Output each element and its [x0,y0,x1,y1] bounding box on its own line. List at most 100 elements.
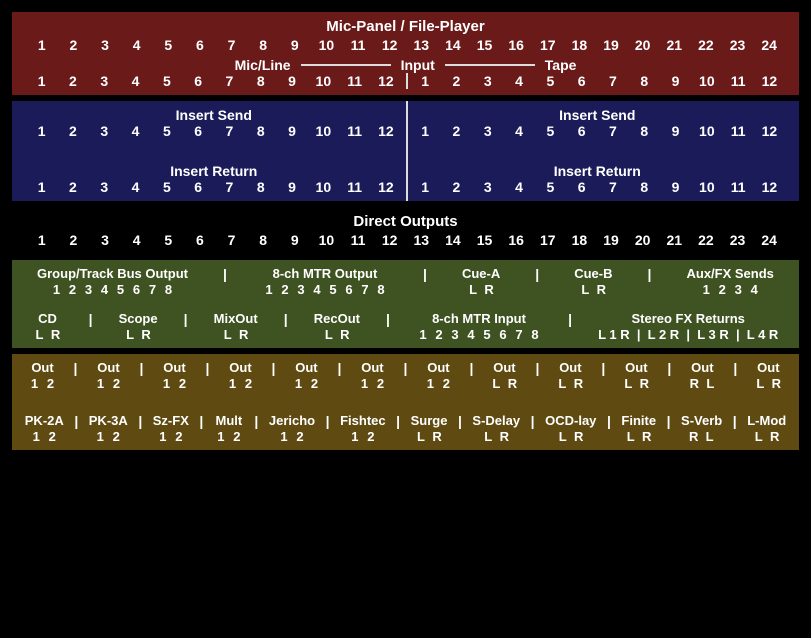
channel-num: 7 [214,73,245,89]
group-values: LR [489,376,519,391]
channel-num: 6 [184,37,216,53]
separator: | [402,360,408,391]
value: 2 [439,376,453,391]
channel-num: 4 [503,73,534,89]
channel-num: 10 [311,37,343,53]
value: 3 [82,282,96,297]
group: 8-ch MTR Output12345678 [262,266,388,297]
channel-num: 1 [26,73,57,89]
separator: | [336,360,342,391]
group-header: Surge [411,413,448,428]
group: OutRL [687,360,717,391]
value: R [768,429,782,444]
channel-num: 8 [629,179,660,195]
value: 1 [262,282,276,297]
channel-num: 2 [58,37,90,53]
group-values: 12 [225,376,255,391]
group-values: 12 [28,376,58,391]
channel-num: 24 [753,37,785,53]
group-values: 12345678 [416,327,542,342]
channel-num: 8 [247,232,279,248]
separator: | [137,413,143,444]
separator: | [457,413,463,444]
group-header: Cue-B [574,266,612,281]
channel-num: 13 [406,37,438,53]
channel-num: 4 [503,123,534,139]
channel-num: 7 [597,73,628,89]
mic-panel-title: Mic-Panel / File-Player [22,18,789,35]
channel-num: 12 [374,37,406,53]
channel-num: 11 [722,179,753,195]
channel-num: 21 [659,232,691,248]
channel-num: 4 [503,179,534,195]
channel-num: 7 [597,123,628,139]
value: L [466,282,480,297]
channel-num: 19 [595,37,627,53]
channel-num: 5 [151,73,182,89]
separator: | [666,360,672,391]
channel-num: 11 [722,123,753,139]
value: 2 [172,429,186,444]
channel-num: 20 [627,232,659,248]
value: 1 [423,376,437,391]
channel-num: 11 [339,123,370,139]
group-values: 12 [357,376,387,391]
separator: | [534,360,540,391]
separator: | [385,311,391,342]
channel-num: 16 [500,37,532,53]
value: L [322,327,336,342]
separator: | [600,360,606,391]
channel-num: 12 [754,73,785,89]
group-header: Out [295,360,317,375]
channel-num: 17 [532,232,564,248]
group: Sz-FX12 [153,413,189,444]
channel-num: 8 [629,73,660,89]
group-values: LR [322,327,352,342]
value: 2 [715,282,729,297]
group-header: Out [625,360,647,375]
value: 6 [130,282,144,297]
channel-num: 2 [57,73,88,89]
group-header: Out [229,360,251,375]
channel-num: 11 [342,37,374,53]
group: OutLR [753,360,783,391]
group: MixOutLR [214,311,258,342]
channel-num: 8 [245,179,276,195]
channel-num: 2 [57,179,88,195]
channel-num: 9 [660,123,691,139]
group: Out12 [291,360,321,391]
value: 2 [432,327,446,342]
value: L 2 R [648,327,680,342]
separator: | [73,413,79,444]
value: L [221,327,235,342]
group-header: Group/Track Bus Output [37,266,188,281]
value: L [481,429,495,444]
separator: | [681,327,695,342]
channel-num: 10 [308,123,339,139]
value: L [489,376,503,391]
channel-num: 9 [660,73,691,89]
channel-num: 2 [441,123,472,139]
channel-num: 22 [690,232,722,248]
channel-num: 17 [532,37,564,53]
group-header: Out [31,360,53,375]
value: 1 [291,376,305,391]
value: 1 [416,327,430,342]
value: L [624,429,638,444]
value: R [637,376,651,391]
rule [445,64,535,66]
channel-num: 9 [279,37,311,53]
channel-num: 15 [469,37,501,53]
channel-num: 9 [660,179,691,195]
group-values: 12 [348,429,378,444]
group: Cue-ALR [462,266,500,297]
group-header: Cue-A [462,266,500,281]
channel-num: 1 [410,123,441,139]
group-header: PK-3A [89,413,128,428]
group-header: Out [427,360,449,375]
value: R [338,327,352,342]
value: 2 [230,429,244,444]
value: 3 [731,282,745,297]
value: 2 [293,429,307,444]
value: 2 [44,376,58,391]
